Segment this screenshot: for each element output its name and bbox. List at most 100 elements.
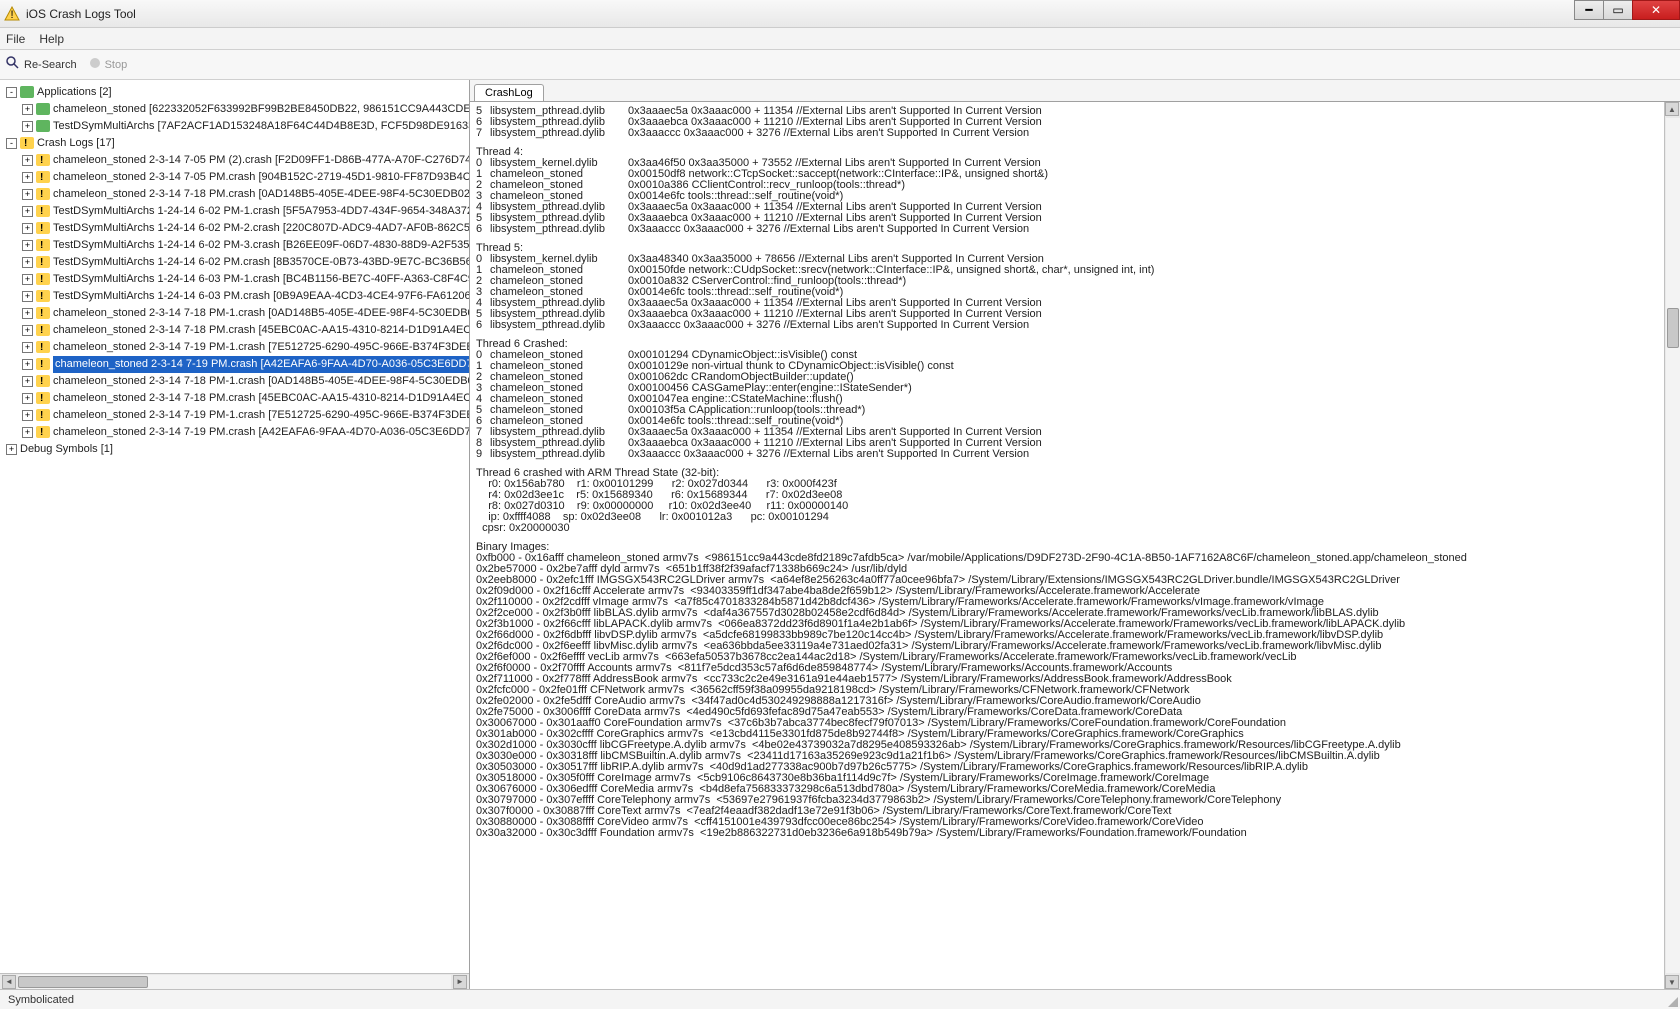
crash-icon <box>36 375 50 387</box>
scroll-right-arrow-icon[interactable]: ► <box>453 975 467 989</box>
expand-toggle-icon[interactable]: + <box>22 206 33 217</box>
tree-item[interactable]: + chameleon_stoned 2-3-14 7-19 PM.crash [… <box>0 356 469 373</box>
scroll-up-arrow-icon[interactable]: ▲ <box>1665 102 1679 116</box>
resize-grip-icon[interactable] <box>1666 995 1678 1007</box>
crash-icon <box>36 426 50 438</box>
tree-item[interactable]: +chameleon_stoned 2-3-14 7-05 PM (2).cra… <box>0 152 469 169</box>
tree-item-label: chameleon_stoned 2-3-14 7-19 PM-1.crash … <box>53 409 470 421</box>
tree-item[interactable]: + chameleon_stoned 2-3-14 7-19 PM-1.crash… <box>0 407 469 424</box>
vscroll-track[interactable] <box>1666 118 1680 973</box>
tree-item-label: TestDSymMultiArchs 1-24-14 6-02 PM-3.cra… <box>53 239 470 251</box>
tree-item[interactable]: +chameleon_stoned 2-3-14 7-19 PM.crash [… <box>0 424 469 441</box>
tree-item-label: chameleon_stoned 2-3-14 7-19 PM.crash [A… <box>53 356 470 373</box>
tree-item[interactable]: + TestDSymMultiArchs 1-24-14 6-02 PM-1.cr… <box>0 203 469 220</box>
expand-toggle-icon[interactable]: + <box>22 410 33 421</box>
crash-icon <box>36 239 50 251</box>
tree-item[interactable]: +TestDSymMultiArchs 1-24-14 6-02 PM-2.cr… <box>0 220 469 237</box>
expand-toggle-icon[interactable]: + <box>22 223 33 234</box>
tree-panel[interactable]: -Applications [2] + chameleon_stoned [6223… <box>0 80 470 989</box>
menu-help[interactable]: Help <box>39 32 64 46</box>
scroll-thumb[interactable] <box>18 976 148 988</box>
crash-icon <box>36 273 50 285</box>
tree-item[interactable]: + chameleon_stoned 2-3-14 7-18 PM.crash [… <box>0 186 469 203</box>
tree-item[interactable]: +Debug Symbols [1] <box>0 441 469 458</box>
tree-item[interactable]: +chameleon_stoned 2-3-14 7-18 PM-1.crash… <box>0 305 469 322</box>
log-line: 7 libsystem_pthread.dylib 0x3aaaccc 0x3a… <box>476 128 1674 139</box>
tree-item-label: chameleon_stoned [622332052F633992BF99B2… <box>53 103 470 115</box>
tree-item[interactable]: +TestDSymMultiArchs [7AF2ACF1AD153248A18… <box>0 118 469 135</box>
expand-toggle-icon[interactable]: + <box>22 308 33 319</box>
tree-item-label: chameleon_stoned 2-3-14 7-18 PM-1.crash … <box>53 375 470 387</box>
crash-icon <box>36 188 50 200</box>
tab-bar: CrashLog <box>470 80 1680 102</box>
log-line: 9 libsystem_pthread.dylib 0x3aaaccc 0x3a… <box>476 449 1674 460</box>
horizontal-scrollbar[interactable]: ◄ ► <box>0 973 469 989</box>
tree-item[interactable]: + chameleon_stoned [622332052F633992BF99B… <box>0 101 469 118</box>
research-label: Re-Search <box>24 59 77 71</box>
expand-toggle-icon[interactable]: + <box>22 274 33 285</box>
research-button[interactable]: Re-Search <box>6 56 77 73</box>
tree-item[interactable]: +chameleon_stoned 2-3-14 7-05 PM.crash [… <box>0 169 469 186</box>
expand-toggle-icon[interactable]: + <box>22 104 33 115</box>
scroll-left-arrow-icon[interactable]: ◄ <box>2 975 16 989</box>
search-icon <box>6 56 20 73</box>
expand-toggle-icon[interactable]: + <box>22 325 33 336</box>
app-icon: ! <box>4 6 20 22</box>
menu-file[interactable]: File <box>6 32 25 46</box>
expand-toggle-icon[interactable]: + <box>22 376 33 387</box>
tree-item-label: TestDSymMultiArchs 1-24-14 6-02 PM-1.cra… <box>53 205 470 217</box>
stop-icon <box>89 57 101 72</box>
expand-toggle-icon[interactable]: + <box>22 189 33 200</box>
expand-toggle-icon[interactable]: + <box>22 359 33 370</box>
tree-item-label: chameleon_stoned 2-3-14 7-18 PM.crash [0… <box>53 188 470 200</box>
tree-item[interactable]: -Applications [2] <box>0 84 469 101</box>
maximize-button[interactable]: ▭ <box>1603 0 1633 20</box>
tree-item[interactable]: + chameleon_stoned 2-3-14 7-18 PM-1.crash… <box>0 373 469 390</box>
window-controls: ━ ▭ ✕ <box>1575 0 1680 20</box>
expand-toggle-icon[interactable]: + <box>22 240 33 251</box>
tree-item[interactable]: +chameleon_stoned 2-3-14 7-19 PM-1.crash… <box>0 339 469 356</box>
expand-toggle-icon[interactable]: + <box>22 121 33 132</box>
expand-toggle-icon[interactable]: + <box>22 342 33 353</box>
tree-item-label: Crash Logs [17] <box>37 137 115 149</box>
expand-toggle-icon[interactable]: - <box>6 138 17 149</box>
tree-item[interactable]: +chameleon_stoned 2-3-14 7-18 PM.crash [… <box>0 390 469 407</box>
tree-item[interactable]: +TestDSymMultiArchs 1-24-14 6-02 PM.cras… <box>0 254 469 271</box>
log-binary-image-line: 0x30a32000 - 0x30c3dfff Foundation armv7… <box>476 828 1674 839</box>
expand-toggle-icon[interactable]: + <box>22 427 33 438</box>
tree-item[interactable]: +TestDSymMultiArchs 1-24-14 6-03 PM-1.cr… <box>0 271 469 288</box>
scroll-down-arrow-icon[interactable]: ▼ <box>1665 975 1679 989</box>
stop-button[interactable]: Stop <box>89 57 128 72</box>
vertical-scrollbar[interactable]: ▲ ▼ <box>1664 102 1680 989</box>
crash-icon <box>36 222 50 234</box>
window-title: iOS Crash Logs Tool <box>26 7 136 21</box>
log-text-area[interactable]: 5 libsystem_pthread.dylib 0x3aaaec5a 0x3… <box>470 102 1680 989</box>
expand-toggle-icon[interactable]: - <box>6 87 17 98</box>
app-icon <box>20 86 34 98</box>
crash-icon <box>36 324 50 336</box>
tree-item[interactable]: +TestDSymMultiArchs 1-24-14 6-03 PM.cras… <box>0 288 469 305</box>
log-register-line: cpsr: 0x20000030 <box>476 523 1674 534</box>
minimize-button[interactable]: ━ <box>1574 0 1604 20</box>
crash-icon <box>36 205 50 217</box>
tree-item[interactable]: +chameleon_stoned 2-3-14 7-18 PM.crash [… <box>0 322 469 339</box>
expand-toggle-icon[interactable]: + <box>6 444 17 455</box>
stop-label: Stop <box>105 59 128 71</box>
crash-icon <box>36 409 50 421</box>
title-bar: ! iOS Crash Logs Tool ━ ▭ ✕ <box>0 0 1680 28</box>
crash-icon <box>36 307 50 319</box>
expand-toggle-icon[interactable]: + <box>22 393 33 404</box>
crash-icon <box>36 358 50 370</box>
expand-toggle-icon[interactable]: + <box>22 172 33 183</box>
crash-icon <box>36 392 50 404</box>
tab-crashlog[interactable]: CrashLog <box>474 84 544 101</box>
expand-toggle-icon[interactable]: + <box>22 257 33 268</box>
vscroll-thumb[interactable] <box>1667 308 1679 348</box>
expand-toggle-icon[interactable]: + <box>22 155 33 166</box>
tree-item[interactable]: + TestDSymMultiArchs 1-24-14 6-02 PM-3.cr… <box>0 237 469 254</box>
tree-item[interactable]: - Crash Logs [17] <box>0 135 469 152</box>
scroll-track[interactable] <box>18 975 451 989</box>
expand-toggle-icon[interactable]: + <box>22 291 33 302</box>
main-content: -Applications [2] + chameleon_stoned [6223… <box>0 80 1680 989</box>
close-button[interactable]: ✕ <box>1632 0 1680 20</box>
